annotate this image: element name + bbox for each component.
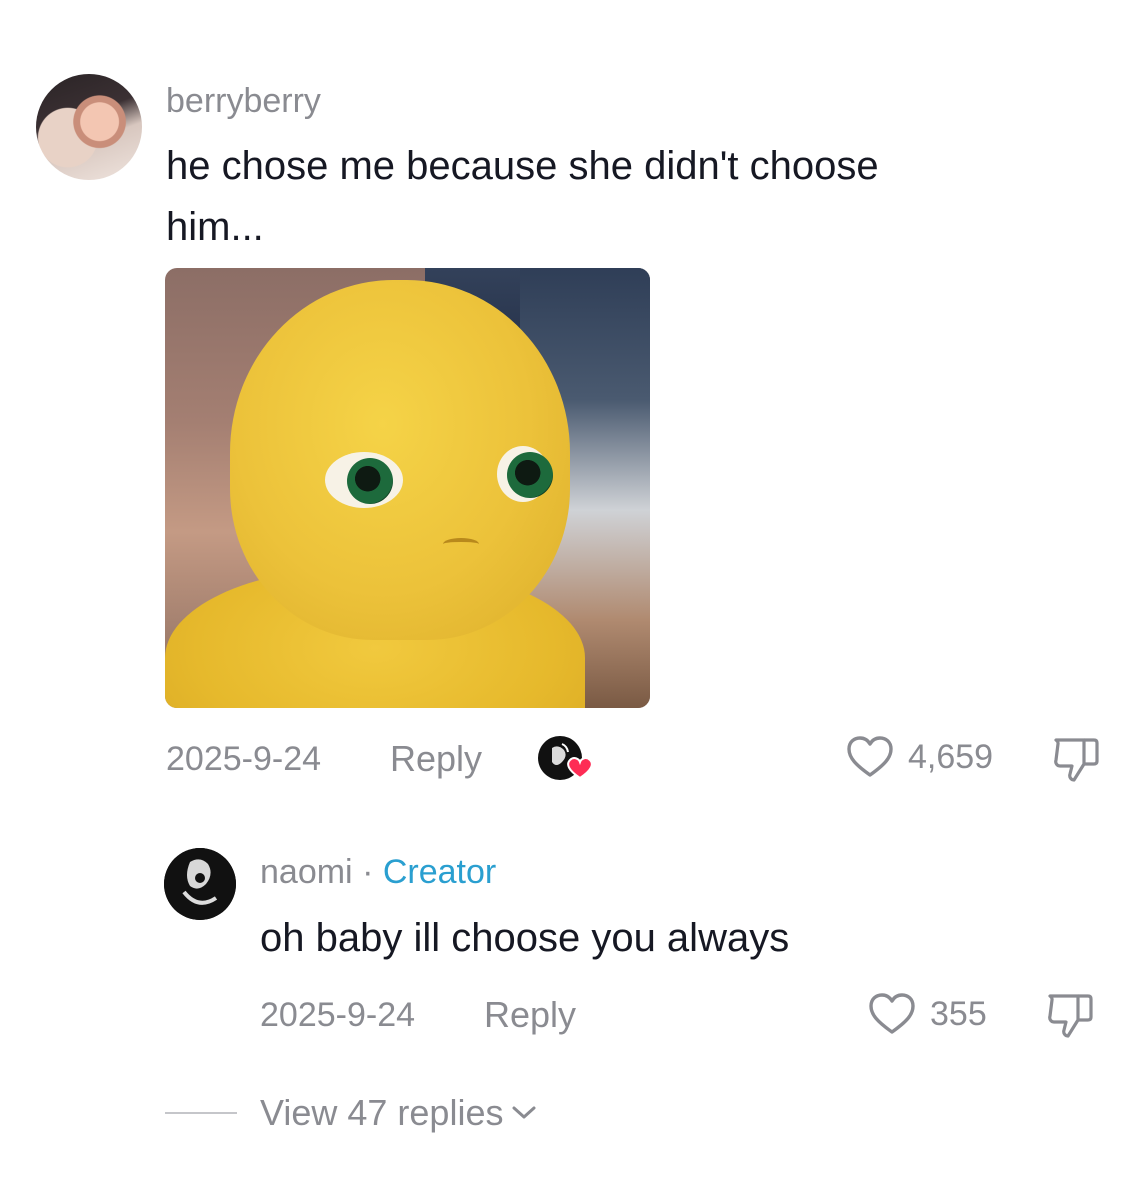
reply-avatar[interactable] <box>164 848 236 920</box>
comment-dislike-button[interactable] <box>1050 736 1102 789</box>
thumbs-down-icon <box>1054 738 1099 782</box>
comment-like-button[interactable]: 4,659 <box>846 735 993 779</box>
reply-dislike-button[interactable] <box>1044 992 1096 1045</box>
comment-image[interactable] <box>165 268 650 708</box>
thumbs-down-icon <box>1048 994 1093 1038</box>
chevron-down-icon <box>512 1106 536 1119</box>
reply-username[interactable]: naomi <box>260 853 353 891</box>
heart-outline-icon <box>869 993 915 1034</box>
comment-like-count: 4,659 <box>908 737 994 776</box>
comment-date: 2025-9-24 <box>166 740 322 778</box>
username-separator: · <box>362 853 374 891</box>
creator-tag: Creator <box>382 853 497 891</box>
heart-outline-icon <box>847 736 893 777</box>
comment-reply-button[interactable]: Reply <box>390 738 482 780</box>
view-replies-button[interactable]: View 47 replies <box>260 1092 537 1134</box>
comment-text-line-1: he chose me because she didn't choose <box>166 144 879 188</box>
creator-liked-heart-icon <box>534 734 596 784</box>
reply-like-button[interactable]: 355 <box>868 992 987 1036</box>
reply-text: oh baby ill choose you always <box>260 916 790 960</box>
reply-reply-button[interactable]: Reply <box>484 994 576 1036</box>
replies-divider <box>165 1112 237 1114</box>
reply-date: 2025-9-24 <box>260 996 416 1034</box>
view-replies-label: View 47 replies <box>260 1092 504 1133</box>
reply-like-count: 355 <box>930 994 987 1033</box>
comment-text-line-2: him... <box>166 205 264 249</box>
comment-username[interactable]: berryberry <box>166 82 321 121</box>
reply-username-row: naomi · Creator <box>260 853 496 892</box>
commenter-avatar[interactable] <box>36 74 142 180</box>
